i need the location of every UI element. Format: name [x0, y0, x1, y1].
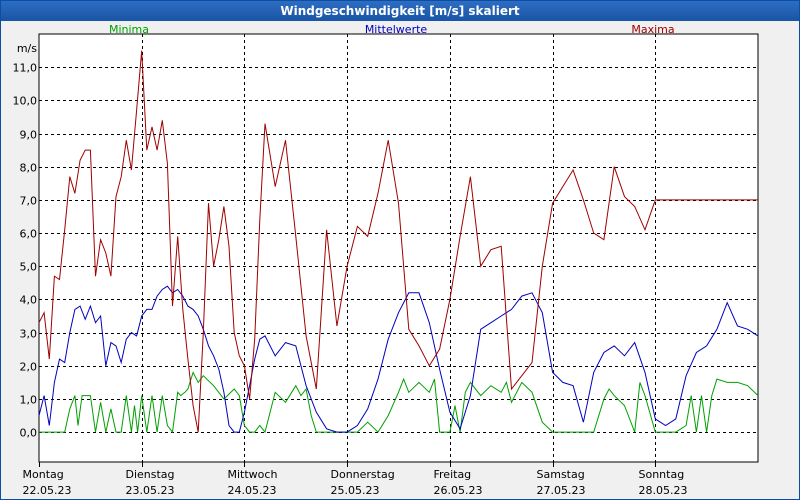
x-tick-date: 22.05.23 — [23, 484, 72, 497]
y-tick-label: 10,0 — [13, 95, 38, 108]
x-tick-date: 28.05.23 — [639, 484, 688, 497]
y-tick-label: 1,0 — [20, 394, 38, 407]
y-tick-label: 3,0 — [20, 328, 38, 341]
x-tick-date: 23.05.23 — [126, 484, 175, 497]
legend-maxima: Maxima — [631, 23, 674, 36]
x-tick-day: Freitag — [434, 468, 472, 481]
x-tick-day: Sonntag — [639, 468, 685, 481]
y-tick-label: 9,0 — [20, 129, 38, 142]
x-tick-date: 26.05.23 — [434, 484, 483, 497]
x-tick-date: 24.05.23 — [228, 484, 277, 497]
y-axis-label: m/s — [17, 42, 37, 55]
x-tick-day: Dienstag — [126, 468, 175, 481]
plot-frame: 0,0 1,0 2,0 3,0 4,0 5,0 6,0 7,0 8,0 9,0 10,0 11,0 m/… — [1, 22, 799, 499]
x-tick-date: 25.05.23 — [331, 484, 380, 497]
x-tick-day: Mittwoch — [228, 468, 278, 481]
x-tick-date: 27.05.23 — [537, 484, 586, 497]
y-tick-label: 7,0 — [20, 195, 38, 208]
x-tick-day: Montag — [23, 468, 64, 481]
y-tick-label: 6,0 — [20, 228, 38, 241]
y-tick-label: 2,0 — [20, 361, 38, 374]
y-tick-label: 11,0 — [13, 62, 38, 75]
chart-title: Windgeschwindigkeit [m/s] skaliert — [1, 1, 799, 21]
chart-window: Windgeschwindigkeit [m/s] skaliert 0,0 1,… — [0, 0, 800, 500]
legend-minima: Minima — [109, 23, 149, 36]
x-tick-day: Samstag — [537, 468, 585, 481]
x-tick-day: Donnerstag — [331, 468, 395, 481]
wind-speed-chart: 0,0 1,0 2,0 3,0 4,0 5,0 6,0 7,0 8,0 9,0 10,0 11,0 m/… — [13, 23, 759, 497]
y-tick-label: 0,0 — [20, 427, 38, 440]
y-tick-label: 4,0 — [20, 294, 38, 307]
y-tick-label: 8,0 — [20, 162, 38, 175]
legend-mittelwerte: Mittelwerte — [365, 23, 428, 36]
y-tick-label: 5,0 — [20, 261, 38, 274]
